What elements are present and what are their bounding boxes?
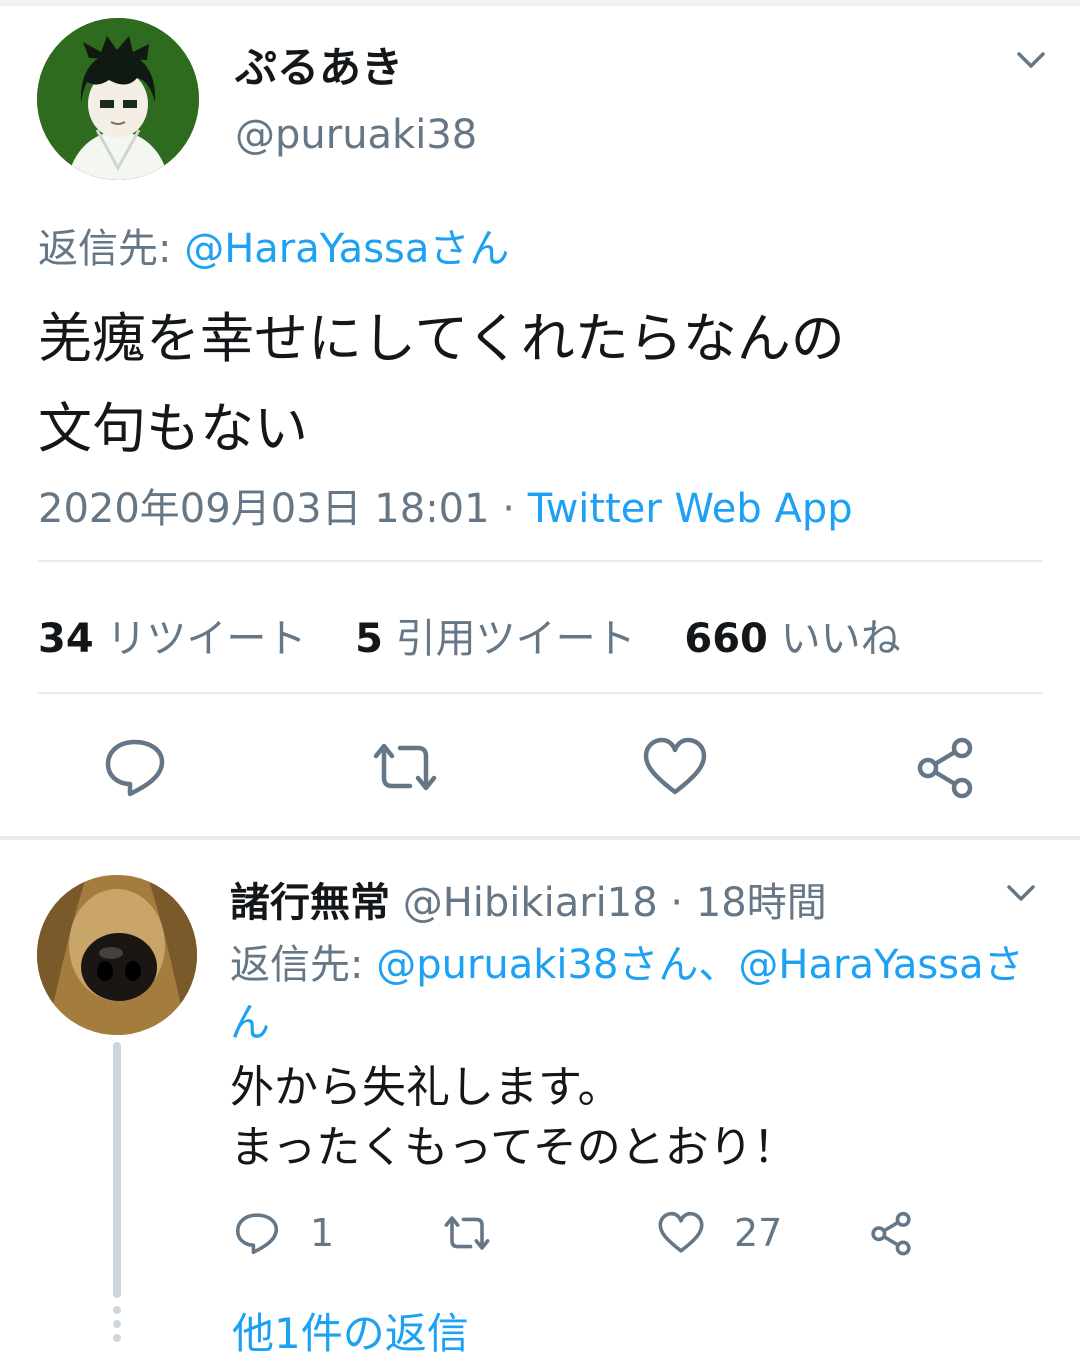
reply-time: · 18時間 xyxy=(657,880,827,926)
share-icon xyxy=(871,1211,911,1256)
reply-prefix: 返信先: xyxy=(230,942,377,988)
display-name[interactable]: ぷるあき xyxy=(235,34,403,95)
tweet-text: 羌瘣を幸せにしてくれたらなんの 文句もない xyxy=(38,294,1048,474)
main-tweet: ぷるあき @puruaki38 返信先: @HaraYassaさん 羌瘣を幸せに… xyxy=(0,6,1080,838)
reply-text-line: 外から失礼します。 xyxy=(230,1062,622,1113)
retweets-count: 34 xyxy=(38,616,94,662)
retweet-icon xyxy=(373,743,437,791)
retweet-button[interactable] xyxy=(370,732,440,802)
quotes-label: 引用ツイート xyxy=(395,616,636,662)
reply-to-link[interactable]: @HaraYassaさん xyxy=(184,226,509,272)
share-icon xyxy=(917,737,973,799)
divider xyxy=(38,560,1043,562)
reply-text: 外から失礼します。 まったくもってそのとおり！ xyxy=(230,1058,797,1178)
likes-stat[interactable]: 660 いいね xyxy=(684,616,936,662)
retweet-icon xyxy=(444,1216,490,1250)
avatar-illustration xyxy=(37,18,199,180)
retweet-button[interactable] xyxy=(442,1208,492,1258)
reply-button[interactable]: 1 xyxy=(232,1208,334,1258)
thread-dot xyxy=(113,1306,121,1314)
reply-text-line: まったくもってそのとおり！ xyxy=(230,1122,797,1173)
like-count: 27 xyxy=(734,1211,783,1255)
like-icon xyxy=(658,1211,704,1253)
likes-count: 660 xyxy=(684,616,768,662)
quotes-count: 5 xyxy=(355,616,383,662)
share-button[interactable] xyxy=(910,732,980,802)
quotes-stat[interactable]: 5 引用ツイート xyxy=(355,616,672,662)
thread-dot xyxy=(113,1320,121,1328)
chevron-down-icon[interactable] xyxy=(1011,40,1051,80)
tweet-text-line: 文句もない xyxy=(38,397,308,460)
thread-dot xyxy=(113,1334,121,1342)
reply-icon xyxy=(105,739,165,797)
like-button[interactable] xyxy=(640,732,710,802)
thread-line xyxy=(113,1042,121,1298)
reply-handle[interactable]: @Hibikiari18 xyxy=(403,880,658,926)
reply-header: 諸行無常 @Hibikiari18 · 18時間 xyxy=(230,870,827,928)
tweet-separator xyxy=(0,836,1080,840)
reply-count: 1 xyxy=(310,1211,335,1255)
tweet-text-line: 羌瘣を幸せにしてくれたらなんの xyxy=(38,307,845,370)
reply-display-name[interactable]: 諸行無常 xyxy=(230,880,390,926)
divider xyxy=(38,692,1043,694)
avatar-photo xyxy=(37,875,197,1035)
meta-separator: · xyxy=(489,486,528,532)
tweet-meta: 2020年09月03日 18:01 · Twitter Web App xyxy=(38,476,853,534)
reply-button[interactable] xyxy=(100,732,170,802)
source-app-link[interactable]: Twitter Web App xyxy=(528,486,853,532)
reply-context: 返信先: @puruaki38さん、@HaraYassaさん xyxy=(230,936,1050,1052)
reply-context: 返信先: @HaraYassaさん xyxy=(38,216,509,274)
timestamp[interactable]: 2020年09月03日 18:01 xyxy=(38,486,490,532)
engagement-stats: 34 リツイート 5 引用ツイート 660 いいね xyxy=(38,606,937,664)
reply-prefix: 返信先: xyxy=(38,226,185,272)
reply-icon xyxy=(235,1213,279,1255)
reply-avatar[interactable] xyxy=(37,875,197,1035)
likes-label: いいね xyxy=(780,616,901,662)
like-button[interactable]: 27 xyxy=(656,1208,782,1258)
more-replies-link[interactable]: 他1件の返信 xyxy=(232,1300,469,1361)
avatar[interactable] xyxy=(37,18,199,180)
like-icon xyxy=(643,737,707,795)
user-handle[interactable]: @puruaki38 xyxy=(235,112,477,158)
retweets-label: リツイート xyxy=(106,616,307,662)
retweets-stat[interactable]: 34 リツイート xyxy=(38,616,342,662)
chevron-down-icon[interactable] xyxy=(1002,874,1040,912)
share-button[interactable] xyxy=(866,1208,916,1258)
